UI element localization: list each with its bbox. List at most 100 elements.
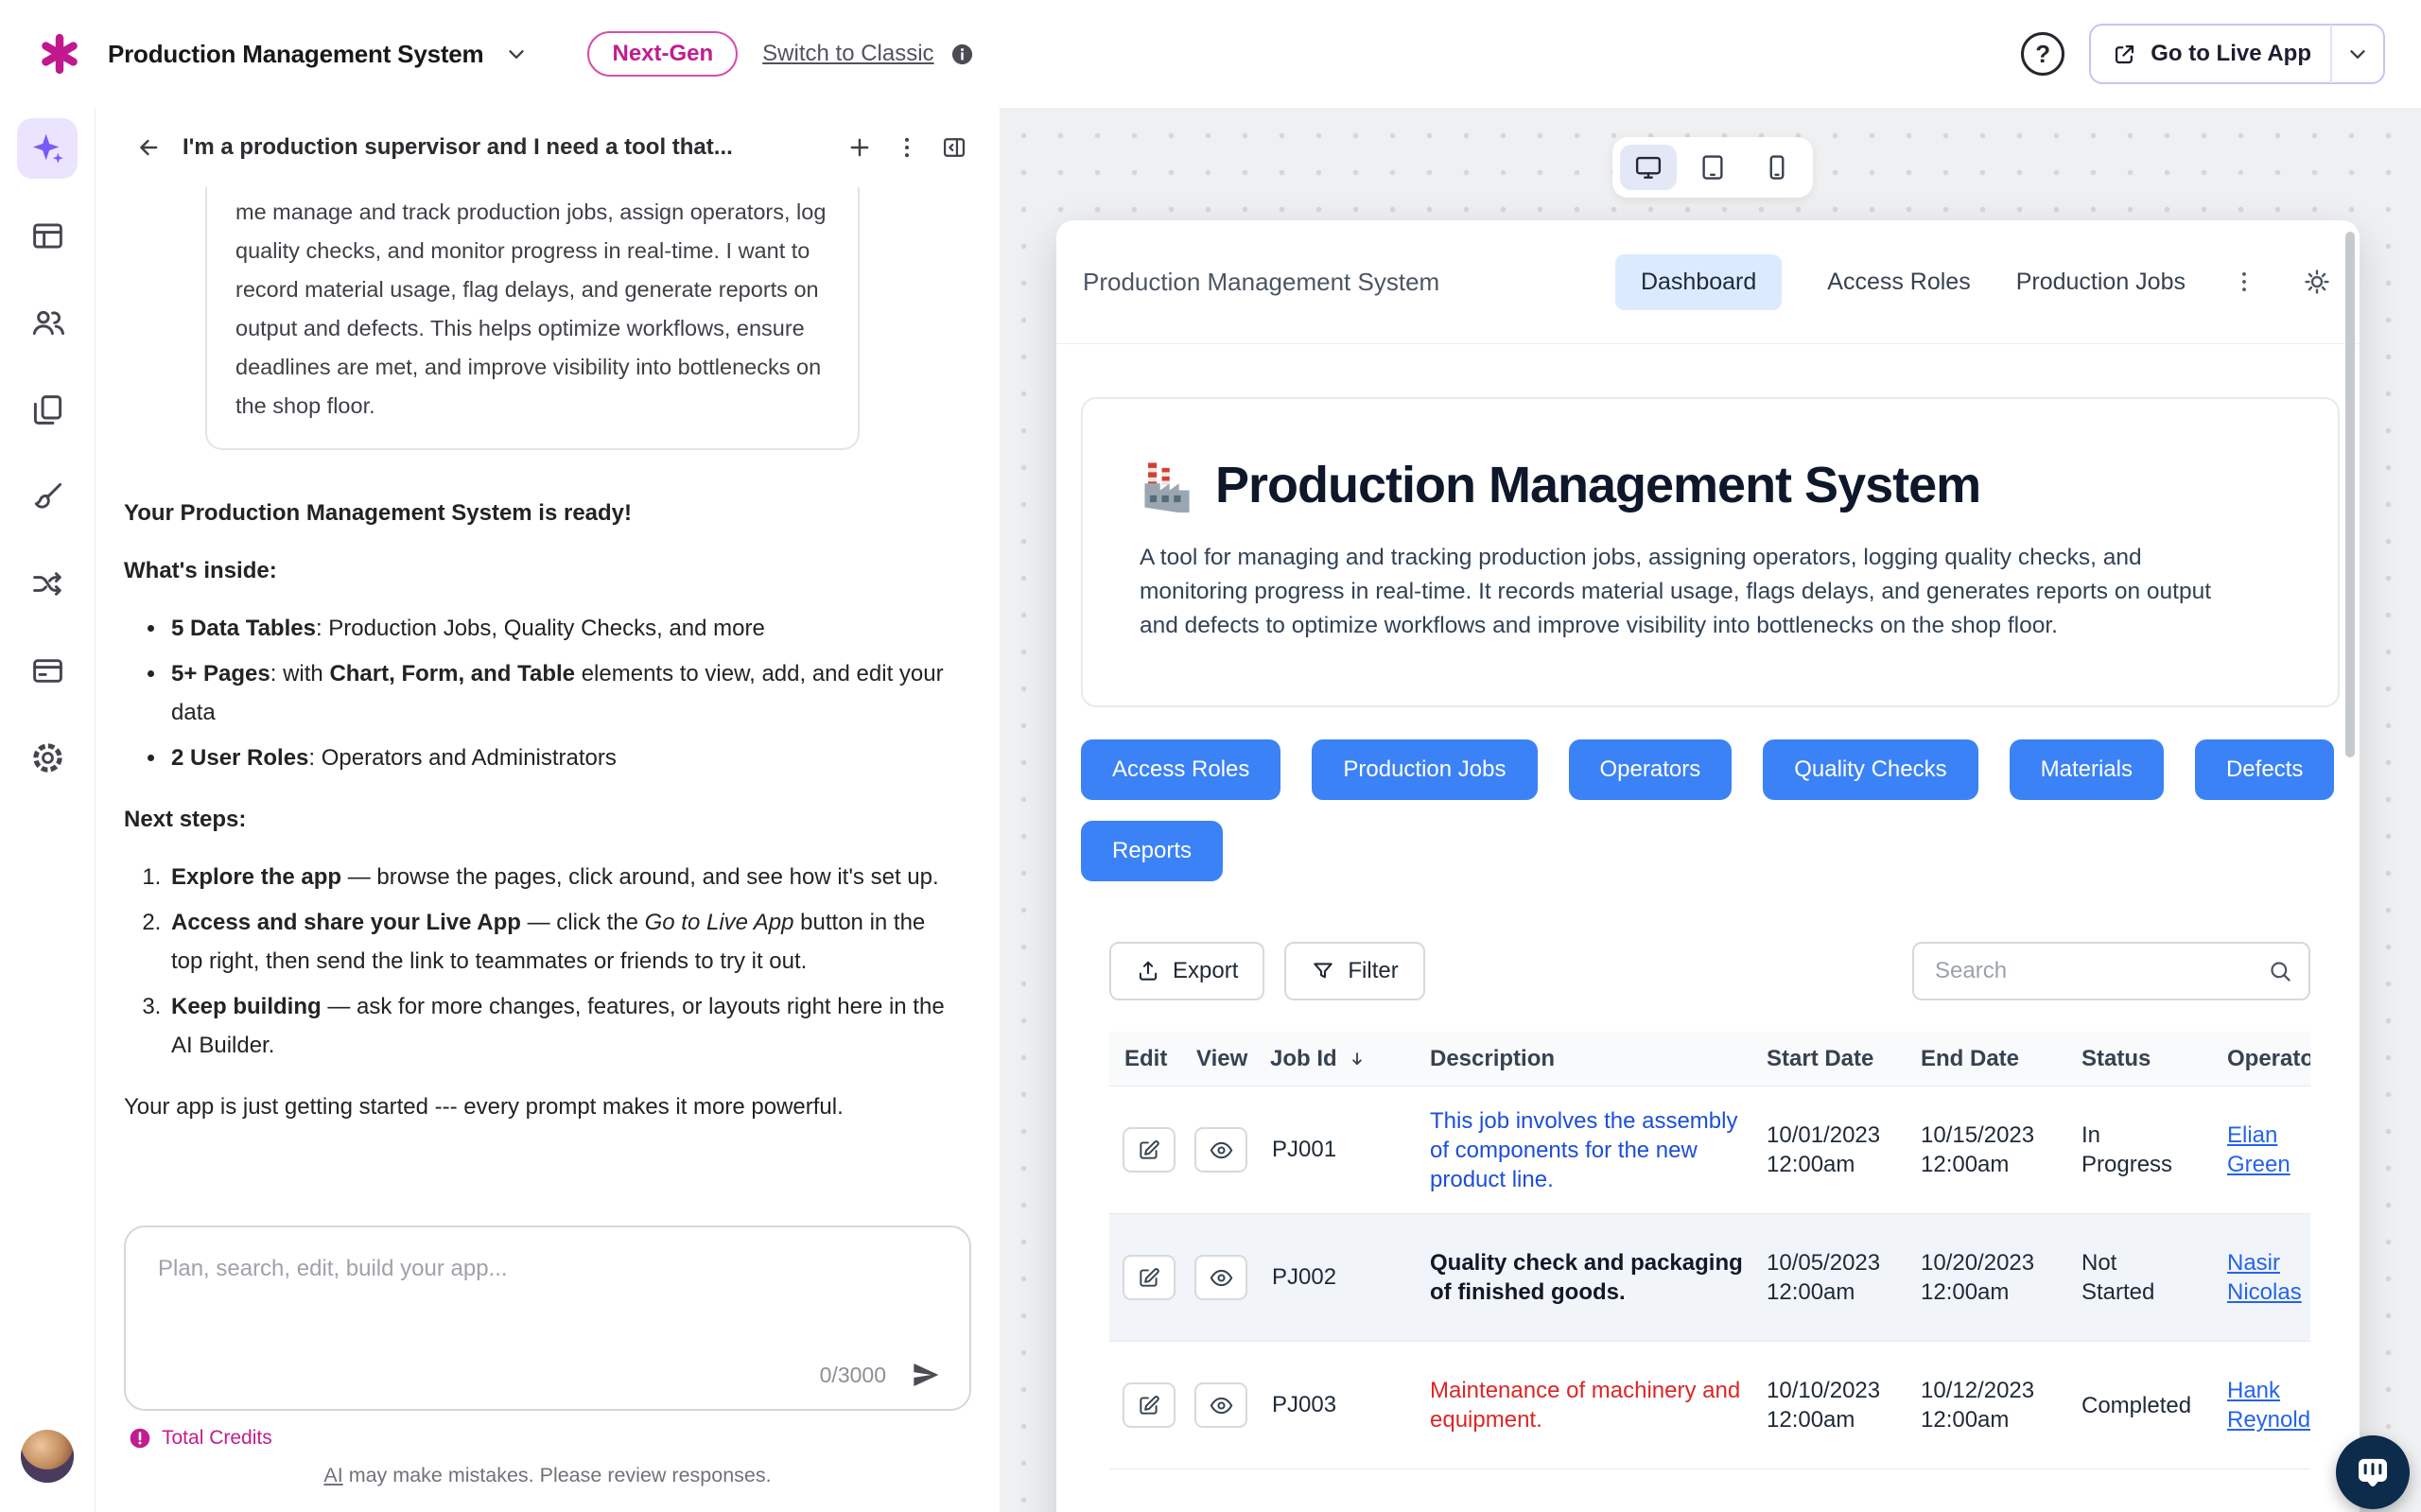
user-avatar[interactable] <box>21 1430 74 1483</box>
edit-row-button[interactable] <box>1123 1382 1176 1428</box>
edit-icon <box>1137 1138 1161 1162</box>
device-mobile-button[interactable] <box>1749 145 1805 190</box>
edit-row-button[interactable] <box>1123 1127 1176 1173</box>
export-icon <box>1136 959 1160 983</box>
sidebar-item-billing[interactable] <box>17 640 78 701</box>
support-chat-button[interactable] <box>2336 1435 2410 1509</box>
edit-row-button[interactable] <box>1123 1255 1176 1300</box>
sort-desc-icon <box>1347 1049 1367 1069</box>
collapse-panel-button[interactable] <box>941 134 967 161</box>
send-button[interactable] <box>911 1360 941 1390</box>
edit-icon <box>1137 1393 1161 1417</box>
go-to-live-app-button[interactable]: Go to Live App <box>2091 41 2330 67</box>
quick-link-operators[interactable]: Operators <box>1569 739 1733 800</box>
project-title-chevron-icon[interactable] <box>504 42 529 66</box>
send-icon <box>911 1360 941 1390</box>
new-chat-button[interactable] <box>846 134 873 161</box>
sidebar-item-design[interactable] <box>17 466 78 527</box>
col-view: View <box>1193 1046 1270 1072</box>
device-desktop-button[interactable] <box>1620 145 1677 190</box>
sidebar-item-data-tables[interactable] <box>17 205 78 266</box>
next-steps-list: Explore the app — browse the pages, clic… <box>167 858 962 1065</box>
quick-link-reports[interactable]: Reports <box>1081 821 1223 881</box>
nav-tab-access-roles[interactable]: Access Roles <box>1827 269 1970 296</box>
search-input[interactable] <box>1912 942 2310 1000</box>
sidebar-item-workflows[interactable] <box>17 553 78 614</box>
table-row: PJ003 Maintenance of machinery and equip… <box>1109 1342 2310 1469</box>
job-id: PJ003 <box>1270 1392 1430 1418</box>
total-credits-row[interactable]: Total Credits <box>128 1426 971 1451</box>
sun-icon <box>2303 268 2331 296</box>
ai-disclaimer: AI may make mistakes. Please review resp… <box>124 1464 971 1487</box>
collapse-panel-icon <box>941 134 967 161</box>
app-preview-canvas: Production Management System Dashboard A… <box>1000 108 2421 1512</box>
theme-toggle-button[interactable] <box>2303 268 2331 296</box>
conversation-title: I'm a production supervisor and I need a… <box>183 134 826 161</box>
operator-link[interactable]: Elian Green <box>2227 1122 2290 1177</box>
operator-link[interactable]: Nasir Nicolas <box>2227 1250 2302 1305</box>
eye-icon <box>1209 1393 1234 1418</box>
filter-button[interactable]: Filter <box>1284 942 1424 1000</box>
hero-description: A tool for managing and tracking product… <box>1140 541 2246 643</box>
table-icon <box>30 218 65 253</box>
sidebar-item-settings[interactable] <box>17 727 78 788</box>
nav-tab-dashboard[interactable]: Dashboard <box>1615 254 1782 310</box>
composer-meta: 0/3000 <box>820 1360 941 1390</box>
table-toolbar: Export Filter <box>1109 942 2310 1000</box>
view-row-button[interactable] <box>1194 1255 1247 1300</box>
quick-link-defects[interactable]: Defects <box>2195 739 2334 800</box>
left-icon-rail <box>0 108 96 1512</box>
chat-menu-button[interactable] <box>894 134 920 161</box>
view-row-button[interactable] <box>1194 1127 1247 1173</box>
top-bar-left: Production Management System Next-Gen Sw… <box>38 31 975 77</box>
col-edit: Edit <box>1109 1046 1193 1072</box>
export-button[interactable]: Export <box>1109 942 1264 1000</box>
job-description[interactable]: Maintenance of machinery and equipment. <box>1430 1376 1767 1434</box>
nav-overflow-menu-button[interactable] <box>2231 269 2257 295</box>
chat-message-area[interactable]: me manage and track production jobs, ass… <box>96 187 1000 1220</box>
sidebar-item-pages[interactable] <box>17 379 78 440</box>
app-logo-icon[interactable] <box>38 32 81 76</box>
quick-link-production-jobs[interactable]: Production Jobs <box>1312 739 1537 800</box>
list-item: Access and share your Live App — click t… <box>167 903 962 981</box>
sidebar-item-users[interactable] <box>17 292 78 353</box>
closing-line: Your app is just getting started --- eve… <box>124 1087 962 1126</box>
info-icon[interactable] <box>949 42 975 67</box>
job-description-link[interactable]: This job involves the assembly of compon… <box>1430 1106 1767 1194</box>
export-label: Export <box>1173 958 1238 984</box>
total-credits-label: Total Credits <box>162 1427 272 1450</box>
table-search <box>1912 942 2310 1000</box>
back-button[interactable] <box>135 134 162 161</box>
sidebar-item-ai-builder[interactable] <box>17 118 78 179</box>
nav-tab-production-jobs[interactable]: Production Jobs <box>2016 269 2186 296</box>
hero-title-row: Production Management System <box>1140 456 2281 514</box>
list-item: Keep building — ask for more changes, fe… <box>167 987 962 1065</box>
device-tablet-button[interactable] <box>1684 145 1741 190</box>
desktop-icon <box>1634 153 1663 182</box>
tablet-icon <box>1698 153 1727 182</box>
ai-disclaimer-link[interactable]: AI <box>323 1464 342 1486</box>
col-status: Status <box>2081 1046 2227 1072</box>
operator-link[interactable]: Hank Reynolds <box>2227 1378 2310 1433</box>
end-date: 10/12/2023 12:00am <box>1921 1376 2081 1434</box>
production-jobs-table: Edit View Job Id Description Start Date … <box>1109 1032 2310 1469</box>
assistant-message: Your Production Management System is rea… <box>124 494 971 1126</box>
switch-to-classic-link[interactable]: Switch to Classic <box>762 41 933 67</box>
live-app-dropdown-button[interactable] <box>2332 42 2383 66</box>
user-message-text: me manage and track production jobs, ass… <box>235 200 826 418</box>
table-row: PJ002 Quality check and packaging of fin… <box>1109 1214 2310 1342</box>
quick-link-access-roles[interactable]: Access Roles <box>1081 739 1280 800</box>
eye-icon <box>1209 1265 1234 1291</box>
col-job-id[interactable]: Job Id <box>1270 1046 1430 1072</box>
status-value: Completed <box>2081 1391 2227 1420</box>
edit-icon <box>1137 1265 1161 1290</box>
hero-title: Production Management System <box>1215 456 1980 514</box>
view-row-button[interactable] <box>1194 1382 1247 1428</box>
preview-scrollbar[interactable] <box>2345 232 2355 757</box>
quick-link-materials[interactable]: Materials <box>2010 739 2164 800</box>
job-description[interactable]: Quality check and packaging of finished … <box>1430 1248 1767 1307</box>
user-message-bubble: me manage and track production jobs, ass… <box>205 187 860 450</box>
ai-chat-panel: I'm a production supervisor and I need a… <box>96 108 1000 1512</box>
quick-link-quality-checks[interactable]: Quality Checks <box>1763 739 1977 800</box>
help-button[interactable]: ? <box>2021 32 2064 76</box>
